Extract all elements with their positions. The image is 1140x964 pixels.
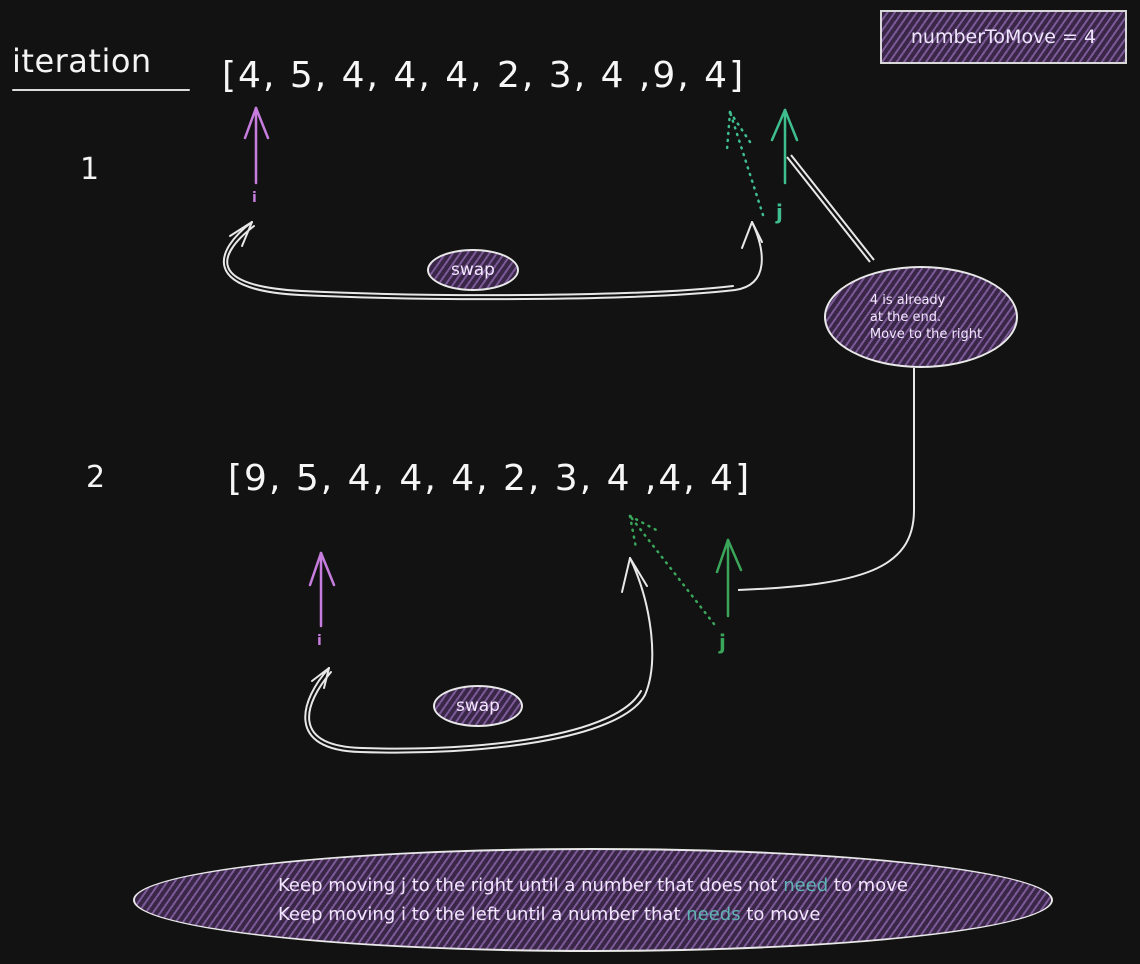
callout-connector-2 [737,368,915,591]
callout-bubble: 4 is already at the end. Move to the rig… [824,266,1018,368]
i-label-1: i [252,190,257,206]
j-pointer-arrow-1 [770,108,799,185]
summary-line-2-before: Keep moving i to the left until a number… [278,904,687,925]
dotted-path-2 [628,514,716,626]
j-pointer-arrow-2 [715,538,743,618]
summary-line-1-after: to move [828,875,908,896]
summary-line-2-highlight: needs [686,904,741,925]
summary-line-1-before: Keep moving j to the right until a numbe… [278,875,784,896]
callout-text: 4 is already at the end. Move to the rig… [860,292,982,343]
callout-connector-1 [786,154,875,263]
i-pointer-arrow-1 [243,106,270,185]
summary-text: Keep moving j to the right until a numbe… [278,871,908,929]
i-pointer-arrow-2 [308,551,336,628]
diagram-strokes [222,106,915,754]
callout-line-3: Move to the right [869,326,983,342]
swap-bubble-2: swap [433,685,523,727]
summary-line-2: Keep moving i to the left until a number… [278,900,908,929]
swap-label-1: swap [451,260,495,280]
summary-line-1: Keep moving j to the right until a numbe… [278,871,908,900]
callout-line-2: at the end. [869,309,942,325]
swap-bubble-1: swap [427,249,519,291]
summary-line-1-highlight: need [783,875,829,896]
j-label-1: j [776,200,783,224]
swap-label-2: swap [456,696,500,716]
i-label-2: i [317,633,322,649]
j-label-2: j [719,630,726,654]
summary-line-2-after: to move [740,904,821,925]
dotted-path-1 [725,110,765,217]
callout-line-1: 4 is already [869,292,946,308]
summary-bubble: Keep moving j to the right until a numbe… [133,848,1053,952]
